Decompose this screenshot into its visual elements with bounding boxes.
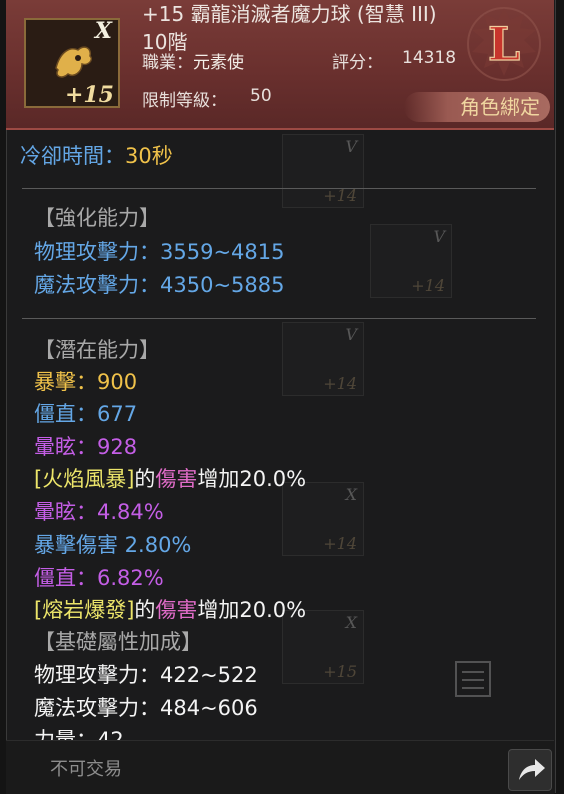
enhance-magic-attack: 魔法攻擊力：4350~5885: [34, 273, 285, 297]
share-arrow-icon: [519, 759, 545, 780]
cooldown-line: 冷卻時間：30秒: [20, 144, 173, 168]
grade-l-badge-icon: L: [467, 7, 541, 81]
score-value: 14318: [402, 48, 457, 68]
base-magic-attack: 魔法攻擊力：484~606: [34, 696, 258, 720]
enhance-header: 【強化能力】: [34, 206, 160, 230]
enhance-phys-attack: 物理攻擊力：3559~4815: [34, 240, 285, 264]
item-icon[interactable]: X +15: [24, 18, 120, 108]
base-header: 【基礎屬性加成】: [34, 630, 202, 654]
item-header: X +15 +15 霸龍消滅者魔力球 (智慧 III) 10階 L 職業：元素使…: [6, 0, 554, 130]
potential-crit: 暴擊：900: [34, 370, 138, 394]
potential-header: 【潛在能力】: [34, 338, 160, 362]
potential-lava-burst-damage: [熔岩爆發]的傷害增加20.0%: [34, 598, 307, 622]
potential-crit-damage: 暴擊傷害 2.80%: [34, 533, 192, 557]
divider: [22, 188, 536, 189]
level-label: 限制等級：: [142, 91, 227, 111]
tooltip-footer: 不可交易: [6, 740, 554, 794]
item-corner-mark: X: [94, 18, 112, 44]
base-phys-attack: 物理攻擊力：422~522: [34, 663, 258, 687]
background-item: V +14: [282, 134, 364, 208]
item-plus-badge: +15: [64, 82, 114, 108]
potential-stun-pct: 暈眩：4.84%: [34, 500, 164, 524]
divider: [22, 318, 536, 319]
base-strength: 力量：42: [34, 728, 124, 740]
potential-stiff: 僵直：677: [34, 402, 138, 426]
trade-status: 不可交易: [50, 759, 122, 780]
svg-text:L: L: [488, 17, 520, 71]
background-item: V +14: [282, 322, 364, 396]
score-label: 評分：: [332, 53, 383, 73]
job-label: 職業：元素使: [142, 53, 244, 73]
tooltip-body: V +14 V +14 V +14 X +14 X +15 冷卻時間：30秒 【強化能力】…: [6, 130, 554, 740]
level-value: 50: [250, 86, 272, 106]
share-button[interactable]: [508, 749, 552, 791]
dragon-emblem-icon: [55, 46, 93, 78]
potential-stun: 暈眩：928: [34, 435, 138, 459]
background-item: V +14: [370, 224, 452, 298]
potential-stiff-pct: 僵直：6.82%: [34, 566, 164, 590]
character-bind-badge: 角色綁定: [404, 92, 550, 122]
scroll-icon: [455, 661, 491, 697]
potential-fire-storm-damage: [火焰風暴]的傷害增加20.0%: [34, 467, 307, 491]
